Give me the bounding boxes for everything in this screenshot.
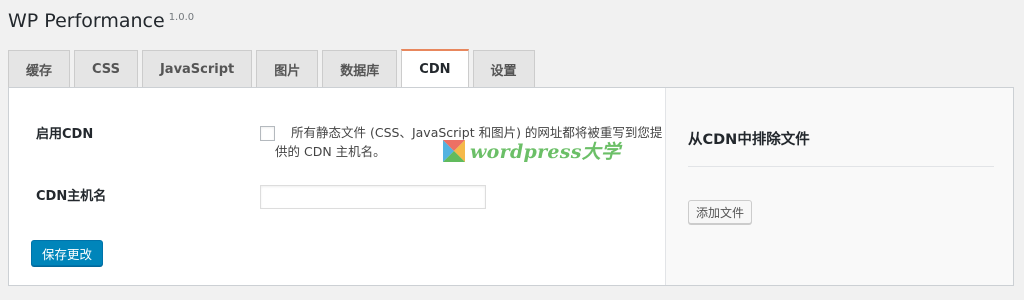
cdn-settings-form: 启用CDN 所有静态文件 (CSS、JavaScript 和图片) 的网址都将被… [9, 88, 666, 285]
cdn-hostname-input[interactable] [260, 185, 486, 209]
exclude-files-title: 从CDN中排除文件 [688, 132, 810, 148]
enable-cdn-label: 启用CDN [36, 127, 94, 142]
enable-cdn-checkbox[interactable] [260, 126, 275, 141]
page-title: WP Performance 1.0.0 [8, 10, 194, 32]
settings-panel: 启用CDN 所有静态文件 (CSS、JavaScript 和图片) 的网址都将被… [8, 87, 1014, 286]
tab-cdn[interactable]: CDN [401, 49, 469, 88]
plugin-version: 1.0.0 [168, 12, 195, 23]
tab-database[interactable]: 数据库 [322, 50, 398, 87]
add-file-button[interactable]: 添加文件 [688, 200, 753, 224]
tab-javascript[interactable]: JavaScript [141, 50, 253, 87]
save-changes-button[interactable]: 保存更改 [31, 240, 104, 266]
enable-cdn-description: 所有静态文件 (CSS、JavaScript 和图片) 的网址都将被重写到您提供… [275, 125, 663, 159]
tab-settings[interactable]: 设置 [472, 50, 535, 87]
exclude-files-sidebar: 从CDN中排除文件 添加文件 [666, 88, 1013, 285]
tab-images[interactable]: 图片 [256, 50, 319, 87]
cdn-hostname-label: CDN主机名 [36, 189, 107, 204]
tab-cache[interactable]: 缓存 [8, 50, 71, 87]
plugin-name: WP Performance [8, 10, 165, 32]
tab-bar: 缓存 CSS JavaScript 图片 数据库 CDN 设置 [8, 49, 535, 88]
divider [688, 166, 994, 167]
tab-css[interactable]: CSS [74, 50, 138, 87]
